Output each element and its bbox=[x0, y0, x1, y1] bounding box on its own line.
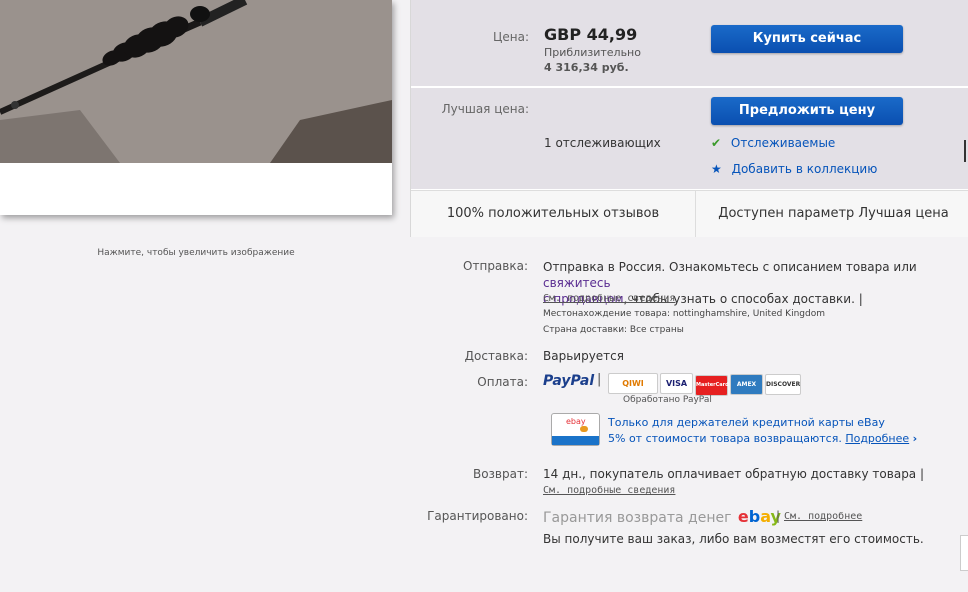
best-offer-label: Лучшая цена: bbox=[441, 102, 529, 116]
make-offer-button[interactable]: Предложить цену bbox=[711, 97, 903, 125]
guarantee-divider: | bbox=[776, 509, 781, 523]
returns-details-link[interactable]: См. подробные сведения bbox=[543, 485, 675, 496]
checkmark-icon: ✔ bbox=[711, 136, 722, 150]
price-value: GBP 44,99 bbox=[544, 25, 638, 44]
payment-divider: | bbox=[597, 372, 602, 387]
add-collection-link[interactable]: ★ Добавить в коллекцию bbox=[711, 162, 877, 176]
ebay-card-icon[interactable]: ebay bbox=[551, 413, 600, 446]
shipping-label: Отправка: bbox=[463, 259, 528, 273]
guarantee-description: Вы получите ваш заказ, либо вам возместя… bbox=[543, 532, 924, 546]
feedback-stat: 100% положительных отзывов bbox=[411, 191, 696, 237]
returns-label: Возврат: bbox=[472, 467, 528, 481]
item-location: Местонахождение товара: nottinghamshire,… bbox=[543, 309, 825, 319]
promo-more-link[interactable]: Подробнее bbox=[845, 432, 909, 445]
contact-seller-link[interactable]: свяжитесь bbox=[543, 276, 611, 290]
shipping-text-before: Отправка в Россия. Ознакомьтесь с описан… bbox=[543, 260, 917, 274]
delivery-label: Доставка: bbox=[464, 349, 528, 363]
paypal-logo: PayPal bbox=[543, 373, 595, 389]
approx-label: Приблизительно bbox=[544, 46, 641, 59]
returns-value: 14 дн., покупатель оплачивает обратную д… bbox=[543, 467, 925, 481]
mastercard-icon: MasterCard bbox=[695, 375, 729, 396]
buy-box: Цена: GBP 44,99 Приблизительно 4 316,34 … bbox=[410, 0, 968, 237]
card-logos: QIWI VISA MasterCard AMEX DISCOVER bbox=[608, 371, 803, 396]
price-label: Цена: bbox=[493, 30, 529, 44]
star-icon: ★ bbox=[711, 162, 722, 176]
approx-price: 4 316,34 руб. bbox=[544, 61, 629, 74]
promo-line1: Только для держателей кредитной карты eB… bbox=[608, 416, 885, 429]
ebay-logo: ebay bbox=[737, 507, 781, 526]
price-section: Цена: GBP 44,99 Приблизительно 4 316,34 … bbox=[411, 0, 968, 86]
add-collection-label: Добавить в коллекцию bbox=[731, 162, 878, 176]
zoom-hint: Нажмите, чтобы увеличить изображение bbox=[97, 248, 295, 258]
image-card bbox=[0, 0, 392, 215]
chevron-right-icon: › bbox=[912, 432, 918, 445]
visa-icon: VISA bbox=[660, 373, 693, 394]
amex-icon: AMEX bbox=[730, 374, 763, 395]
buy-now-button[interactable]: Купить сейчас bbox=[711, 25, 903, 53]
promo-line2: 5% от стоимости товара возвращаются. Под… bbox=[608, 432, 918, 445]
delivery-value: Варьируется bbox=[543, 349, 624, 363]
ship-to-countries: Страна доставки: Все страны bbox=[543, 325, 684, 335]
best-offer-stat: Доступен параметр Лучшая цена bbox=[718, 206, 949, 221]
watchers-count: 1 отслеживающих bbox=[544, 136, 661, 150]
edge-marker bbox=[964, 140, 968, 162]
discover-icon: DISCOVER bbox=[765, 374, 801, 395]
side-tab bbox=[960, 535, 968, 571]
qiwi-icon: QIWI bbox=[608, 373, 658, 394]
product-photo[interactable] bbox=[0, 0, 392, 163]
money-back-guarantee: Гарантия возврата денег ebay bbox=[543, 507, 781, 526]
payment-label: Оплата: bbox=[477, 375, 528, 389]
watching-link[interactable]: ✔ Отслеживаемые bbox=[711, 136, 835, 150]
guarantee-more-link[interactable]: См. подробнее bbox=[784, 511, 862, 522]
processed-by-paypal: Обработано PayPal bbox=[623, 395, 712, 405]
guarantee-label: Гарантировано: bbox=[427, 509, 528, 523]
offer-section: Лучшая цена: Предложить цену 1 отслежива… bbox=[411, 88, 968, 189]
stats-row: 100% положительных отзывов Доступен пара… bbox=[411, 190, 968, 237]
watching-label: Отслеживаемые bbox=[730, 136, 836, 150]
shipping-details-link[interactable]: См. подробные сведения bbox=[543, 293, 675, 304]
